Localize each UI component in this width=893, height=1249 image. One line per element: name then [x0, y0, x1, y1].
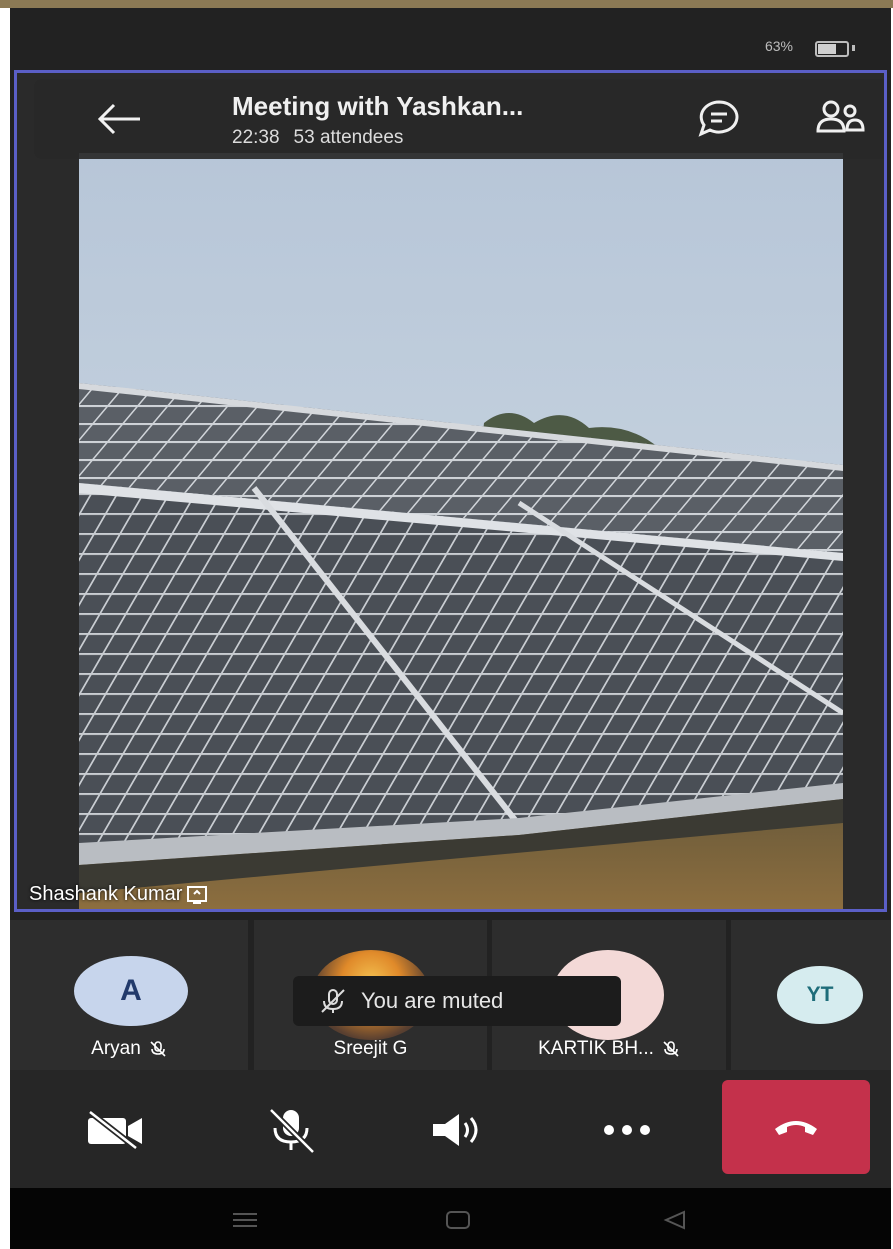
- meeting-title: Meeting with Yashkan...: [232, 91, 524, 121]
- menu-icon: [233, 1213, 257, 1227]
- participant-tile-yt[interactable]: YT: [731, 920, 891, 1070]
- toast-text: You are muted: [361, 988, 504, 1013]
- solar-panel-scene: [79, 153, 843, 909]
- participant-name-row: Aryan: [10, 1038, 248, 1060]
- mic-toggle-button[interactable]: [256, 1100, 326, 1160]
- back-button[interactable]: [94, 99, 146, 139]
- battery-percent: 63%: [764, 38, 793, 54]
- participant-name-row: Sreejit G: [254, 1038, 487, 1060]
- nav-menu-button[interactable]: [225, 1206, 265, 1234]
- phone-screen: 63% Meeting with Yashkan... 22:38 53 att…: [10, 8, 891, 1249]
- mic-off-icon: [663, 1041, 679, 1057]
- attendee-count: 53 attendees: [293, 127, 404, 148]
- participant-name: Aryan: [91, 1038, 141, 1059]
- chat-icon: [698, 100, 739, 137]
- avatar: YT: [777, 966, 863, 1024]
- hangup-icon: [775, 1121, 817, 1135]
- nav-back-button[interactable]: [655, 1206, 695, 1234]
- presenter-name: Shashank Kumar: [29, 883, 183, 905]
- battery-icon: [815, 41, 849, 57]
- back-triangle-icon: [663, 1210, 685, 1230]
- more-icon: [604, 1125, 650, 1135]
- participants-button[interactable]: [814, 97, 866, 139]
- speaker-icon: [433, 1114, 478, 1146]
- presenter-label: Shashank Kumar: [29, 883, 208, 906]
- shared-video-feed: [79, 153, 843, 909]
- status-bar: 63%: [10, 8, 891, 68]
- meeting-header: Meeting with Yashkan... 22:38 53 attendee…: [34, 79, 884, 159]
- chat-button[interactable]: [694, 97, 744, 139]
- battery-tip: [852, 45, 855, 51]
- participant-name: KARTIK BH...: [538, 1038, 654, 1059]
- screen-share-icon: [187, 885, 208, 904]
- mic-off-icon: [268, 1107, 316, 1154]
- hang-up-button[interactable]: [722, 1080, 870, 1174]
- meeting-subtitle: 22:38 53 attendees: [232, 127, 403, 149]
- participant-tile-aryan[interactable]: A Aryan: [10, 920, 248, 1070]
- people-icon: [816, 100, 865, 133]
- mic-off-icon: [321, 989, 345, 1013]
- participant-name-row: KARTIK BH...: [492, 1038, 726, 1060]
- camera-toggle-button[interactable]: [80, 1100, 150, 1160]
- home-square-icon: [446, 1211, 470, 1229]
- nav-home-button[interactable]: [438, 1206, 478, 1234]
- participant-name: Sreejit G: [333, 1038, 408, 1059]
- meeting-duration: 22:38: [232, 127, 280, 148]
- avatar: A: [74, 956, 188, 1026]
- mic-off-icon: [150, 1041, 166, 1057]
- system-nav-bar: [10, 1188, 891, 1249]
- more-options-button[interactable]: [592, 1100, 662, 1160]
- window-frame-bar: [0, 0, 893, 8]
- main-video-stage[interactable]: Meeting with Yashkan... 22:38 53 attendee…: [14, 70, 887, 912]
- call-controls: [10, 1070, 891, 1188]
- speaker-button[interactable]: [422, 1100, 492, 1160]
- camera-off-icon: [88, 1110, 142, 1150]
- arrow-left-icon: [97, 103, 140, 135]
- muted-toast: You are muted: [293, 976, 621, 1026]
